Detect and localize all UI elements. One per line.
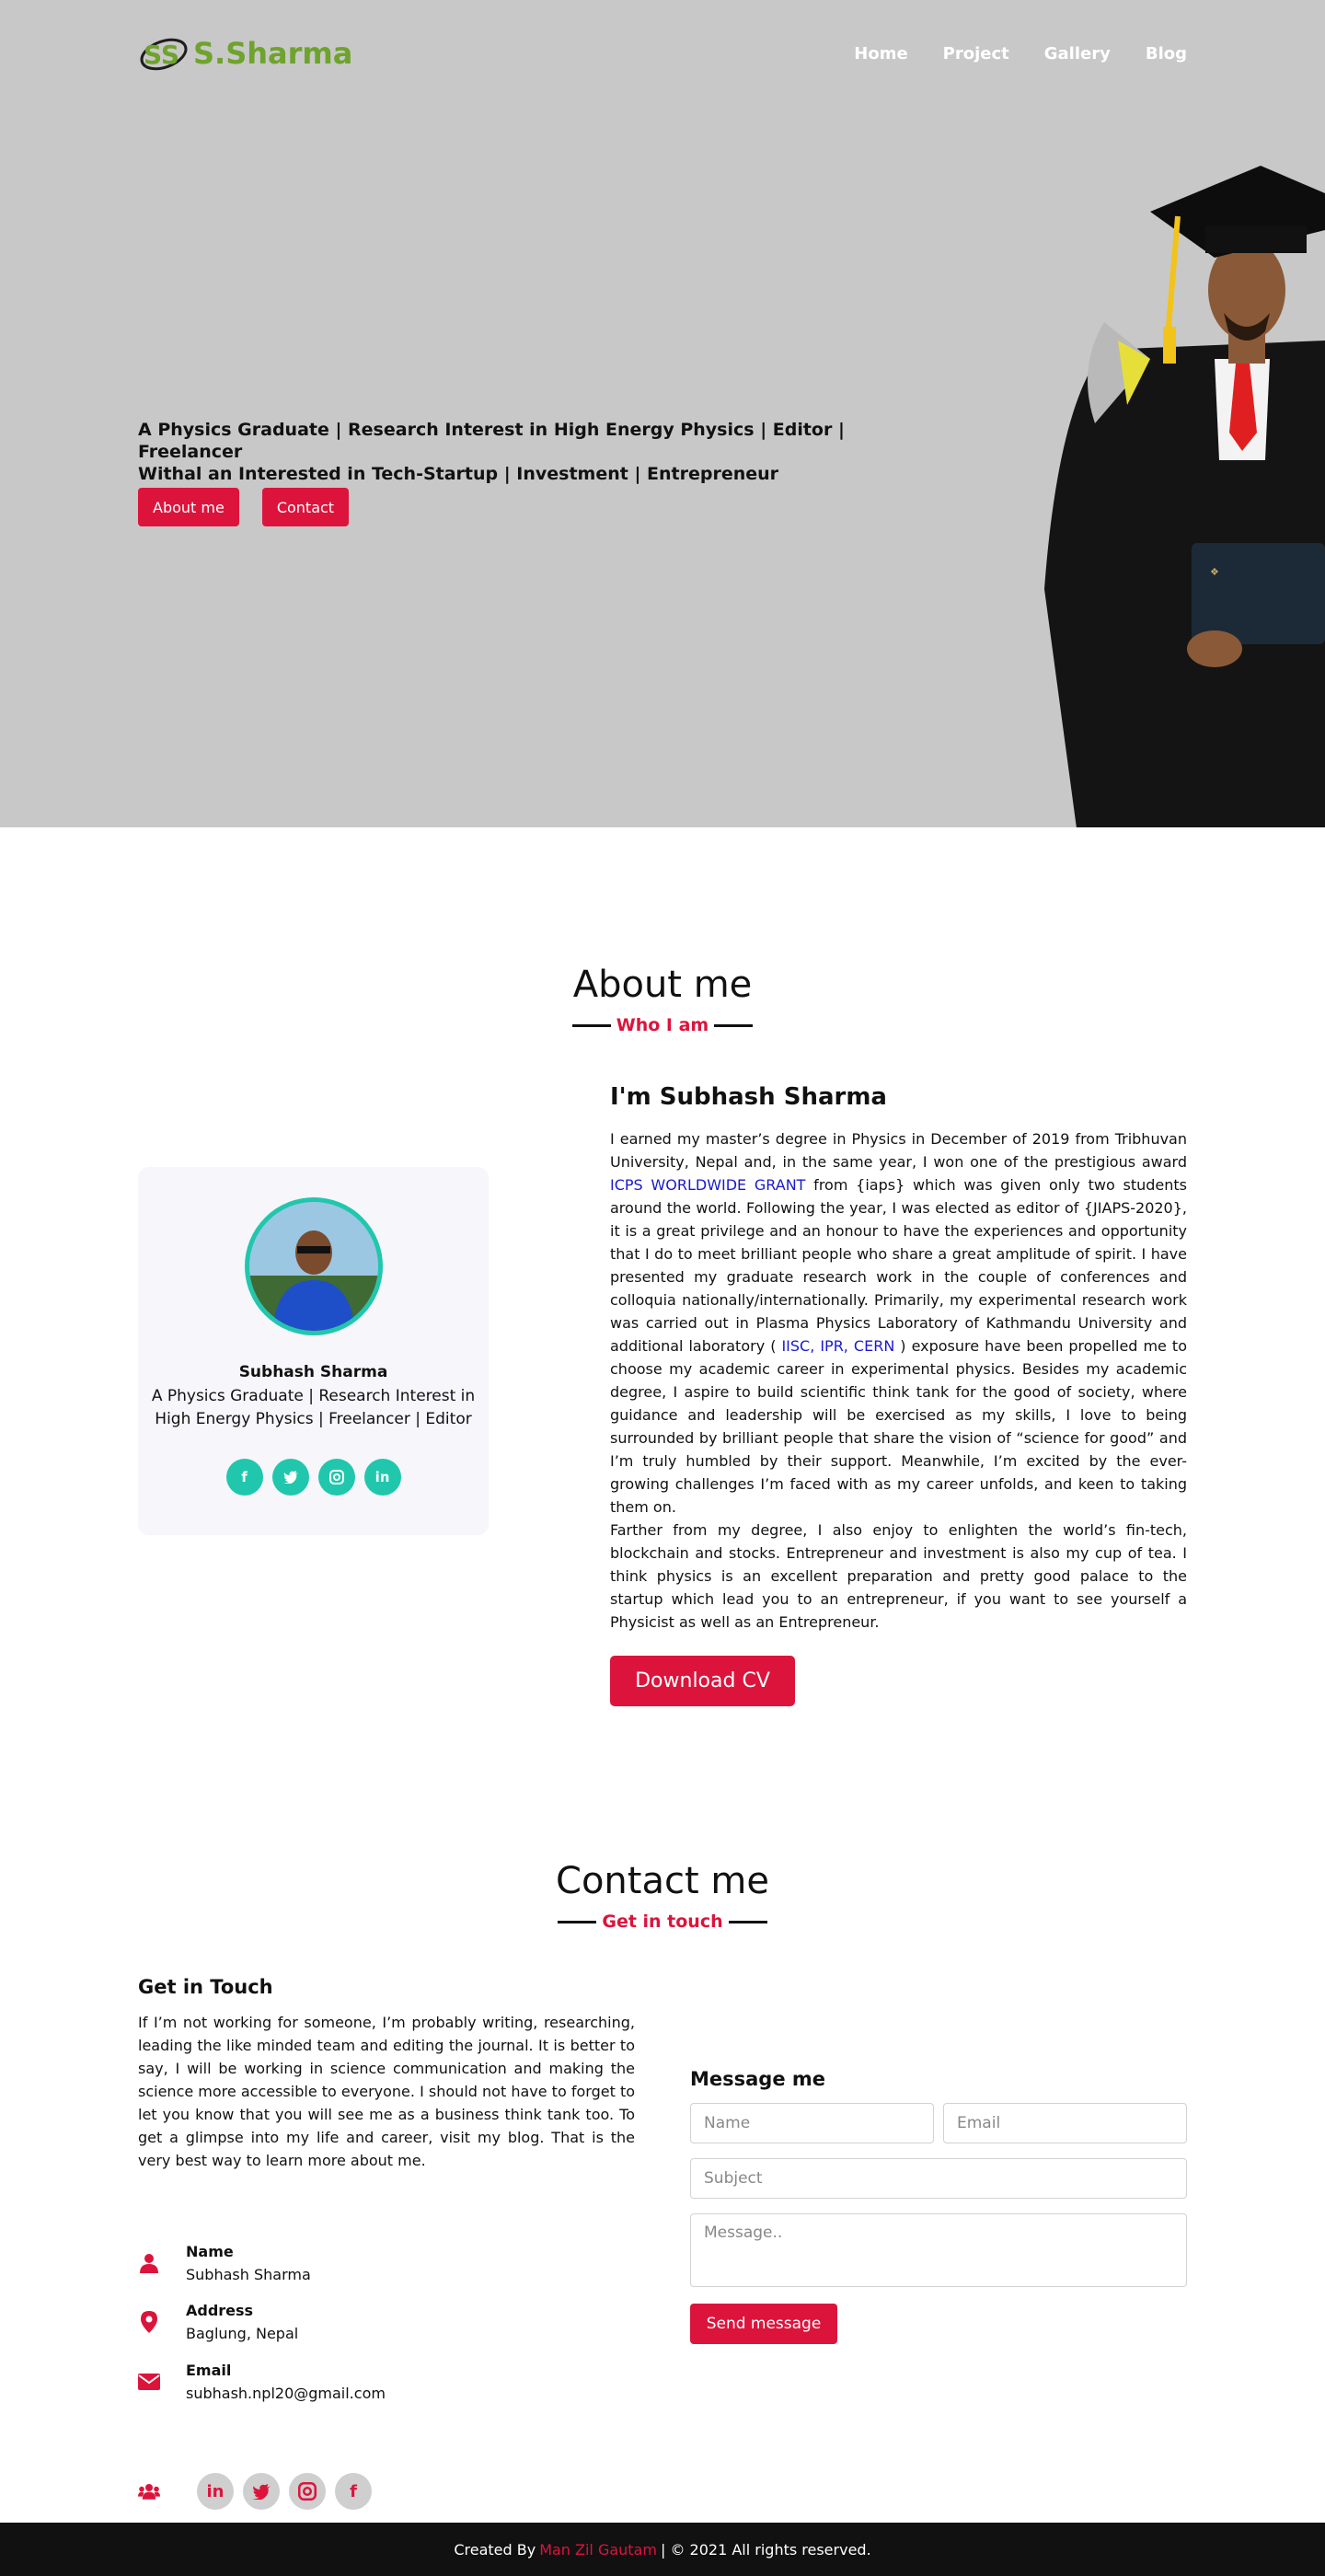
subject-input[interactable]: Subject [690,2158,1187,2199]
about-me-button[interactable]: About me [138,488,239,526]
about-section: About me Who I am Subhash Sharma A Physi… [0,827,1325,1748]
contact-social-row: in f [138,2473,381,2510]
navbar: SS S.Sharma Home Project Gallery Blog [138,31,1187,75]
name-input[interactable]: Name [690,2103,934,2143]
linkedin-icon[interactable]: in [197,2473,234,2510]
avatar-photo-image [248,1202,378,1331]
name-value: Subhash Sharma [186,2266,311,2283]
contact-subtitle-row: Get in touch [0,1912,1325,1932]
contact-address-row: Address Baglung, Nepal [138,2302,298,2342]
contact-email-row: Email subhash.npl20@gmail.com [138,2362,386,2402]
nav-gallery[interactable]: Gallery [1044,44,1111,64]
hero-section: SS S.Sharma Home Project Gallery Blog A … [0,0,1325,827]
email-value[interactable]: subhash.npl20@gmail.com [186,2385,386,2402]
address-value: Baglung, Nepal [186,2325,299,2342]
graduate-portrait-image: ❖ [1044,166,1325,827]
icps-grant-link[interactable]: ICPS WORLDWIDE GRANT [610,1176,805,1194]
form-title: Message me [690,2068,826,2090]
about-heading: About me Who I am [0,964,1325,1035]
form-row: Name Email [690,2103,1187,2143]
contact-name-row: Name Subhash Sharma [138,2243,311,2283]
about-subtitle-row: Who I am [0,1015,1325,1035]
facebook-icon[interactable]: f [335,2473,372,2510]
divider [571,1023,611,1027]
logo[interactable]: SS S.Sharma [138,32,352,75]
get-in-touch-text: If I’m not working for someone, I’m prob… [138,2014,635,2169]
twitter-icon[interactable] [243,2473,280,2510]
address-label: Address [186,2302,254,2319]
hero-text: A Physics Graduate | Research Interest i… [138,419,893,485]
contact-section: Contact me Get in touch Get in Touch If … [0,1748,1325,2523]
nav-menu: Home Project Gallery Blog [854,44,1187,64]
bio-heading: I'm Subhash Sharma [610,1083,887,1111]
bio-paragraph-1: I earned my master’s degree in Physics i… [610,1127,1187,1519]
footer-copyright: | © 2021 All rights reserved. [660,2540,871,2559]
hero-buttons: About me Contact [138,488,350,526]
footer-author-link[interactable]: Man Zil Gautam [539,2541,657,2559]
svg-text:SS: SS [144,40,179,70]
nav-project[interactable]: Project [943,44,1009,64]
instagram-icon[interactable] [289,2473,326,2510]
nav-home[interactable]: Home [854,44,907,64]
email-input[interactable]: Email [943,2103,1187,2143]
about-title: About me [572,964,753,1006]
bio-text: ) exposure have been propelled me to cho… [610,1337,1187,1516]
bio-block: I'm Subhash Sharma I earned my master’s … [610,1083,1187,1706]
profile-card: Subhash Sharma A Physics Graduate | Rese… [138,1167,489,1535]
divider [728,1920,767,1923]
bio-paragraph-2: Farther from my degree, I also enjoy to … [610,1521,1187,1631]
envelope-icon [138,2371,160,2393]
nav-blog[interactable]: Blog [1146,44,1187,64]
get-in-touch-title: Get in Touch [138,1976,273,1998]
logo-mark-icon: SS [140,38,188,71]
bio-text: I earned my master’s degree in Physics i… [610,1130,1187,1171]
download-cv-button[interactable]: Download CV [610,1656,795,1706]
profile-social-links: f in [138,1459,489,1496]
contact-heading: Contact me Get in touch [0,1860,1325,1932]
users-icon [138,2480,160,2502]
svg-text:❖: ❖ [1210,566,1219,578]
linkedin-icon[interactable]: in [363,1459,401,1496]
message-form: Message me Name Email Subject Message.. … [690,2068,1187,2344]
send-message-button[interactable]: Send message [690,2304,837,2344]
contact-title: Contact me [556,1860,769,1902]
contact-button[interactable]: Contact [261,488,350,526]
logo-text: S.Sharma [193,36,353,71]
footer: Created By Man Zil Gautam | © 2021 All r… [0,2523,1325,2576]
footer-prefix: Created By [454,2540,536,2559]
message-textarea[interactable]: Message.. [690,2213,1187,2287]
email-label: Email [186,2362,232,2379]
facebook-icon[interactable]: f [225,1459,263,1496]
labs-link[interactable]: IISC, IPR, CERN [781,1337,894,1355]
bio-text: from {iaps} which was given only two stu… [610,1176,1188,1355]
avatar [244,1197,383,1335]
get-in-touch-block: Get in Touch If I’m not working for some… [138,1976,635,2172]
about-subtitle: Who I am [616,1015,709,1035]
twitter-icon[interactable] [271,1459,309,1496]
instagram-icon[interactable] [317,1459,355,1496]
contact-subtitle: Get in touch [602,1912,723,1932]
hero-tagline-2: Withal an Interested in Tech-Startup | I… [138,464,779,484]
profile-name: Subhash Sharma [238,1363,388,1381]
name-label: Name [186,2243,234,2260]
user-icon [138,2252,160,2274]
map-pin-icon [138,2311,160,2333]
divider [714,1023,754,1027]
divider [558,1920,597,1923]
hero-tagline-1: A Physics Graduate | Research Interest i… [138,420,845,462]
profile-role: A Physics Graduate | Research Interest i… [151,1387,476,1428]
